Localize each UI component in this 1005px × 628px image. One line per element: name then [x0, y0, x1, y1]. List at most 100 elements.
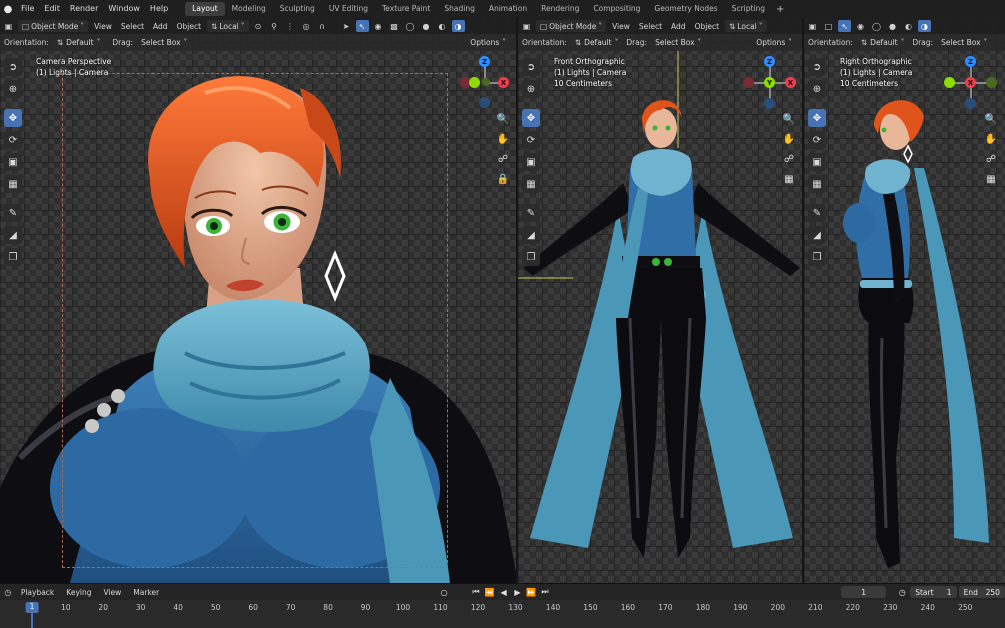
viewport-right-orthographic[interactable]: ▣ □ ➴ ◉ ◯ ● ◐ ◑ Orientation: ⇅ Default ˅ D… [804, 18, 1005, 583]
scale-tool-icon[interactable]: ▣ [522, 153, 540, 171]
menu-select[interactable]: Select [118, 22, 147, 31]
transform-tool-icon[interactable]: ▦ [808, 175, 826, 193]
gizmo-x-axis[interactable]: X [965, 77, 976, 88]
overlay-icon[interactable]: ◉ [372, 20, 385, 32]
camera-view-icon[interactable]: ☍ [496, 152, 510, 166]
drag-dropdown[interactable]: Select Box ˅ [651, 36, 706, 49]
orientation-dropdown[interactable]: ⇅ Default ˅ [856, 36, 909, 49]
playhead-frame-label[interactable]: 1 [25, 602, 39, 613]
gizmo-neg-z-axis[interactable] [965, 98, 976, 109]
mode-dropdown[interactable]: □ Object Mode ˅ [18, 20, 89, 32]
gizmo-neg-y-axis[interactable] [944, 77, 955, 88]
timeline-menu-marker[interactable]: Marker [128, 588, 164, 597]
move-tool-icon[interactable]: ✥ [808, 109, 826, 127]
timeline-menu-keying[interactable]: Keying [61, 588, 96, 597]
rotate-tool-icon[interactable]: ⟳ [808, 131, 826, 149]
menu-object[interactable]: Object [174, 22, 204, 31]
jump-prev-keyframe-icon[interactable]: ⏪ [484, 586, 496, 598]
camera-view-icon[interactable]: ☍ [782, 152, 796, 166]
zoom-icon[interactable]: 🔍 [496, 112, 510, 126]
selectability-icon[interactable]: ➤ [340, 20, 353, 32]
jump-start-icon[interactable]: ⏮ [470, 586, 482, 598]
timeline-editor-icon[interactable]: ◷ [2, 586, 14, 598]
start-frame-field[interactable]: Start 1 [910, 586, 957, 598]
auto-keying-icon[interactable]: ○ [438, 586, 450, 598]
gizmo-x-axis[interactable]: X [785, 77, 796, 88]
navigation-gizmo[interactable]: Z X Y [743, 56, 797, 110]
tab-sculpting[interactable]: Sculpting [273, 2, 322, 16]
gizmo-neg-y-axis[interactable] [469, 77, 480, 88]
gizmo-x-axis[interactable]: X [498, 77, 509, 88]
add-workspace-button[interactable]: + [772, 4, 788, 15]
grid-view-icon[interactable]: ▦ [782, 172, 796, 186]
play-reverse-icon[interactable]: ◀ [498, 586, 510, 598]
gizmo-neg-x-axis[interactable] [743, 77, 754, 88]
measure-tool-icon[interactable]: ◢ [808, 226, 826, 244]
menu-select[interactable]: Select [636, 22, 665, 31]
viewport-front-orthographic[interactable]: ▣ □ Object Mode ˅ View Select Add Object ⇅… [518, 18, 804, 583]
annotate-tool-icon[interactable]: ✎ [522, 204, 540, 222]
tab-compositing[interactable]: Compositing [586, 2, 647, 16]
tab-scripting[interactable]: Scripting [725, 2, 772, 16]
select-box-tool-icon[interactable]: ➲ [4, 58, 22, 76]
select-box-tool-icon[interactable]: ➲ [522, 58, 540, 76]
gizmo-neg-z-axis[interactable] [764, 98, 775, 109]
gizmo-toggle-icon[interactable]: ➴ [838, 20, 851, 32]
gizmo-toggle-icon[interactable]: ➴ [355, 20, 369, 32]
transform-orientation-dropdown[interactable]: ⇅ Local ˅ [725, 20, 767, 32]
menu-window[interactable]: Window [103, 0, 145, 18]
timeline-menu-view[interactable]: View [98, 588, 126, 597]
scale-tool-icon[interactable]: ▣ [4, 153, 22, 171]
pan-hand-icon[interactable]: ✋ [782, 132, 796, 146]
grid-view-icon[interactable]: ▦ [984, 172, 998, 186]
navigation-gizmo[interactable]: Z X [944, 56, 998, 110]
jump-next-keyframe-icon[interactable]: ⏩ [525, 586, 537, 598]
editor-type-icon[interactable]: ▣ [2, 20, 15, 32]
proportional-editing-icon[interactable]: ◎ [300, 20, 313, 32]
orientation-dropdown[interactable]: ⇅ Default ˅ [52, 36, 105, 49]
move-tool-icon[interactable]: ✥ [4, 109, 22, 127]
proportional-falloff-icon[interactable]: ∩ [316, 20, 329, 32]
transform-tool-icon[interactable]: ▦ [522, 175, 540, 193]
options-dropdown[interactable]: Options ˅ [752, 36, 796, 48]
move-tool-icon[interactable]: ✥ [522, 109, 540, 127]
tab-rendering[interactable]: Rendering [534, 2, 586, 16]
tab-texture-paint[interactable]: Texture Paint [375, 2, 437, 16]
pivot-point-icon[interactable]: ⊙ [252, 20, 265, 32]
add-cube-tool-icon[interactable]: ❐ [4, 248, 22, 266]
select-box-tool-icon[interactable]: ➲ [808, 58, 826, 76]
zoom-icon[interactable]: 🔍 [782, 112, 796, 126]
tab-animation[interactable]: Animation [482, 2, 534, 16]
menu-view[interactable]: View [91, 22, 115, 31]
snap-icon[interactable]: ⚲ [268, 20, 281, 32]
xray-icon[interactable]: ▩ [388, 20, 401, 32]
transform-tool-icon[interactable]: ▦ [4, 175, 22, 193]
mode-icon[interactable]: □ [822, 20, 835, 32]
snap-increment-icon[interactable]: ⋮ [284, 20, 297, 32]
pan-hand-icon[interactable]: ✋ [984, 132, 998, 146]
gizmo-y-axis[interactable] [482, 78, 490, 86]
play-icon[interactable]: ▶ [511, 586, 523, 598]
current-frame-field[interactable]: 1 [840, 586, 887, 598]
menu-view[interactable]: View [609, 22, 633, 31]
tab-modeling[interactable]: Modeling [225, 2, 273, 16]
measure-tool-icon[interactable]: ◢ [522, 226, 540, 244]
pan-hand-icon[interactable]: ✋ [496, 132, 510, 146]
camera-view-icon[interactable]: ☍ [984, 152, 998, 166]
scale-tool-icon[interactable]: ▣ [808, 153, 826, 171]
solid-shading-icon[interactable]: ● [886, 20, 899, 32]
clock-icon[interactable]: ◷ [896, 586, 908, 598]
rendered-shading-icon[interactable]: ◑ [451, 20, 465, 32]
menu-file[interactable]: File [16, 0, 39, 18]
zoom-icon[interactable]: 🔍 [984, 112, 998, 126]
timeline-ruler[interactable]: 1 10 20 30 40 50 60 70 80 90 100 110 120 130 140 150 16… [0, 600, 1005, 628]
solid-shading-icon[interactable]: ● [420, 20, 433, 32]
gizmo-y-axis[interactable]: Y [764, 77, 775, 88]
jump-end-icon[interactable]: ⏭ [539, 586, 551, 598]
wireframe-shading-icon[interactable]: ◯ [870, 20, 883, 32]
rotate-tool-icon[interactable]: ⟳ [4, 131, 22, 149]
gizmo-z-axis[interactable]: Z [764, 56, 775, 67]
gizmo-z-axis[interactable]: Z [965, 56, 976, 67]
playhead[interactable] [31, 613, 33, 628]
transform-orientation-dropdown[interactable]: ⇅ Local ˅ [207, 20, 249, 32]
